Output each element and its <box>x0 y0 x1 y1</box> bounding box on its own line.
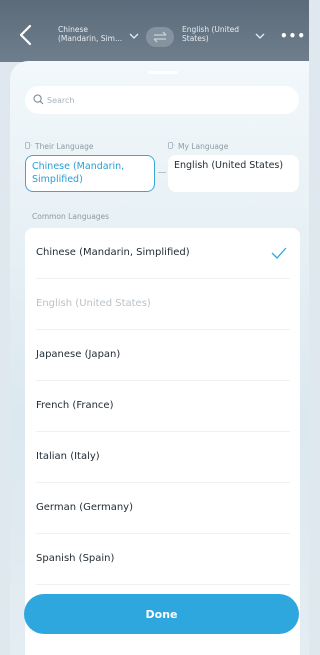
list-item-label: French (France) <box>36 400 114 411</box>
swap-languages-button[interactable] <box>146 27 174 47</box>
my-language-heading: My Language <box>168 142 228 151</box>
their-language-label: Their Language <box>35 142 94 151</box>
divider <box>158 172 166 173</box>
language-picker-sheet: Their Language My Language Chinese (Mand… <box>10 61 309 655</box>
their-language-heading: Their Language <box>25 142 94 151</box>
more-options-icon[interactable]: ••• <box>280 30 306 42</box>
list-item-label: Japanese (Japan) <box>36 349 121 360</box>
common-languages-heading: Common Languages <box>32 212 110 221</box>
my-language-label: My Language <box>178 142 229 151</box>
my-language-field[interactable]: English (United States) <box>168 155 299 192</box>
their-language-field[interactable]: Chinese (Mandarin, Simplified) <box>25 155 155 192</box>
search-icon <box>33 94 44 105</box>
done-button[interactable]: Done <box>24 594 299 634</box>
target-language-selector[interactable]: English (United States) <box>182 25 252 43</box>
list-item: English (United States) <box>36 279 290 330</box>
list-item-label: Spanish (Spain) <box>36 553 115 564</box>
back-icon[interactable] <box>18 24 34 46</box>
list-item-label: Italian (Italy) <box>36 451 100 462</box>
search-input[interactable] <box>47 92 287 108</box>
list-item-label: Chinese (Mandarin, Simplified) <box>36 247 190 258</box>
list-item-label: English (United States) <box>36 298 151 309</box>
chevron-down-icon[interactable] <box>129 33 139 40</box>
search-bar[interactable] <box>25 86 299 114</box>
checkmark-icon <box>271 247 287 259</box>
microphone-icon <box>25 142 32 149</box>
list-item[interactable]: Spanish (Spain) <box>36 534 290 585</box>
microphone-icon <box>168 142 175 149</box>
list-item[interactable]: Italian (Italy) <box>36 432 290 483</box>
list-item[interactable]: Chinese (Mandarin, Simplified) <box>36 228 290 279</box>
source-language-selector[interactable]: Chinese (Mandarin, Sim... <box>58 25 126 43</box>
language-list: Chinese (Mandarin, Simplified) English (… <box>25 228 300 655</box>
swap-icon <box>153 31 167 43</box>
sheet-grabber[interactable] <box>148 71 178 74</box>
chevron-down-icon[interactable] <box>255 33 265 40</box>
top-bar: Chinese (Mandarin, Sim... English (Unite… <box>0 0 309 62</box>
list-item[interactable]: Japanese (Japan) <box>36 330 290 381</box>
list-item[interactable]: French (France) <box>36 381 290 432</box>
list-item[interactable]: German (Germany) <box>36 483 290 534</box>
list-item-label: German (Germany) <box>36 502 133 513</box>
